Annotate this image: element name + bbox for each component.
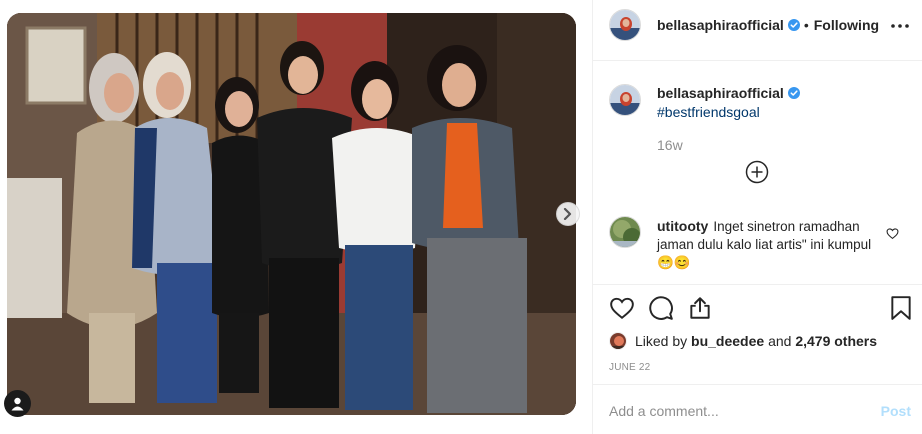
comment-like-button[interactable] [886,227,899,240]
chevron-right-icon [563,208,572,220]
likes-summary: Liked by bu_deedee and 2,479 others [609,332,877,350]
profile-picture [610,10,640,40]
post-media [0,0,592,434]
liker-username[interactable]: bu_deedee [691,333,764,349]
bookmark-icon [891,296,911,320]
profile-picture [610,333,626,349]
share-button[interactable] [687,295,713,321]
like-button[interactable] [609,295,635,321]
comment-composer: Post [593,384,922,434]
more-options-icon [891,24,909,28]
author-username[interactable]: bellasaphiraofficial [657,17,784,33]
caption-timestamp[interactable]: 16w [657,137,683,153]
post-comment-button[interactable]: Post [881,403,911,419]
post-sidebar: bellasaphiraofficial • Following bellasa… [592,0,922,434]
caption-username[interactable]: bellasaphiraofficial [657,85,784,101]
post-date[interactable]: JUNE 22 [609,362,650,373]
commenter-avatar[interactable] [609,216,641,248]
likes-prefix: Liked by [635,333,688,349]
post-header: bellasaphiraofficial • Following [593,0,922,61]
separator-dot: • [803,17,809,33]
avatar[interactable] [609,9,641,41]
tagged-users-button[interactable] [4,390,31,417]
post-author: bellasaphiraofficial • Following [657,17,879,33]
heart-icon [610,297,634,319]
post-photo[interactable] [7,13,576,415]
profile-picture [610,217,640,247]
likes-count[interactable]: 2,479 others [795,333,877,349]
load-more-comments-icon [745,160,769,184]
group-photo-illustration [7,13,576,415]
comment-button[interactable] [648,295,674,321]
likes-conjunction: and [768,333,792,349]
user-tag-icon [11,397,24,410]
liker-avatar[interactable] [609,332,627,350]
verified-badge-icon [787,19,800,31]
more-options-button[interactable] [887,16,913,36]
caption-hashtag[interactable]: #bestfriendsgoal [657,104,760,120]
post-actions: Liked by bu_deedee and 2,479 others JUNE… [593,284,922,384]
caption-author: bellasaphiraofficial [657,85,800,101]
comment-input[interactable] [609,399,859,423]
following-button[interactable]: Following [814,17,879,33]
profile-picture [610,85,640,115]
comment-icon [649,296,673,320]
comments-section: bellasaphiraofficial #bestfriendsgoal 16… [593,62,922,284]
next-slide-button[interactable] [556,202,580,226]
comment-item: utitooty Inget sinetron ramadhan jaman du… [657,217,879,272]
caption-avatar[interactable] [609,84,641,116]
verified-badge-icon [787,87,800,99]
heart-icon [886,228,899,240]
load-more-comments-button[interactable] [745,160,769,184]
share-icon [690,297,710,319]
save-button[interactable] [889,295,915,321]
commenter-username[interactable]: utitooty [657,218,708,234]
